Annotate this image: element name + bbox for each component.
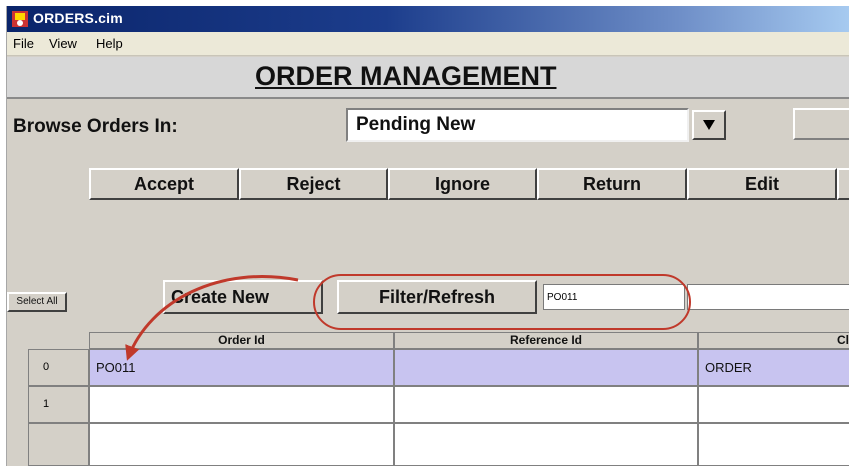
- row-number: [28, 423, 89, 466]
- table-row[interactable]: 1: [7, 386, 849, 423]
- dropdown-button[interactable]: [692, 110, 726, 140]
- page-title: ORDER MANAGEMENT: [255, 61, 557, 91]
- highlight-ellipse: [313, 274, 691, 330]
- table-row[interactable]: 0 PO011 ORDER: [7, 349, 849, 386]
- column-cl[interactable]: Cl: [698, 332, 849, 349]
- reference-id-cell[interactable]: [394, 349, 698, 386]
- menu-file[interactable]: File: [13, 36, 34, 51]
- app-icon: [12, 11, 28, 27]
- browse-orders-value: Pending New: [356, 114, 476, 135]
- accept-button[interactable]: Accept: [89, 168, 239, 200]
- order-id-cell[interactable]: [89, 386, 394, 423]
- column-reference-id[interactable]: Reference Id: [394, 332, 698, 349]
- partial-button[interactable]: [793, 108, 849, 140]
- column-order-id[interactable]: Order Id: [89, 332, 394, 349]
- menu-bar: File View Help: [7, 32, 849, 56]
- browse-orders-label: Browse Orders In:: [13, 116, 178, 137]
- menu-view[interactable]: View: [49, 36, 77, 51]
- row-number: 1: [28, 386, 89, 423]
- reject-button[interactable]: Reject: [239, 168, 388, 200]
- triangle-down-icon: [703, 120, 715, 130]
- order-id-cell[interactable]: PO011: [89, 349, 394, 386]
- order-id-cell[interactable]: [89, 423, 394, 466]
- cl-cell[interactable]: [698, 423, 849, 466]
- menu-help[interactable]: Help: [96, 36, 123, 51]
- table-row[interactable]: [7, 423, 849, 466]
- cl-cell[interactable]: [698, 386, 849, 423]
- window-title: ORDERS.cim: [33, 10, 123, 26]
- row-number: 0: [28, 349, 89, 386]
- filter-input-secondary[interactable]: [687, 284, 849, 310]
- create-new-button[interactable]: Create New: [163, 280, 323, 314]
- edit-button[interactable]: Edit: [687, 168, 837, 200]
- orders-window: ORDERS.cim File View Help ORDER MANAGEME…: [6, 6, 849, 466]
- reference-id-cell[interactable]: [394, 423, 698, 466]
- browse-orders-select[interactable]: Pending New: [346, 108, 689, 142]
- select-all-button[interactable]: Select All: [7, 292, 67, 312]
- return-button[interactable]: Return: [537, 168, 687, 200]
- heading-band: ORDER MANAGEMENT: [7, 57, 849, 99]
- ignore-button[interactable]: Ignore: [388, 168, 537, 200]
- next-action-button[interactable]: [837, 168, 849, 200]
- reference-id-cell[interactable]: [394, 386, 698, 423]
- title-bar[interactable]: ORDERS.cim: [7, 6, 849, 32]
- cl-cell[interactable]: ORDER: [698, 349, 849, 386]
